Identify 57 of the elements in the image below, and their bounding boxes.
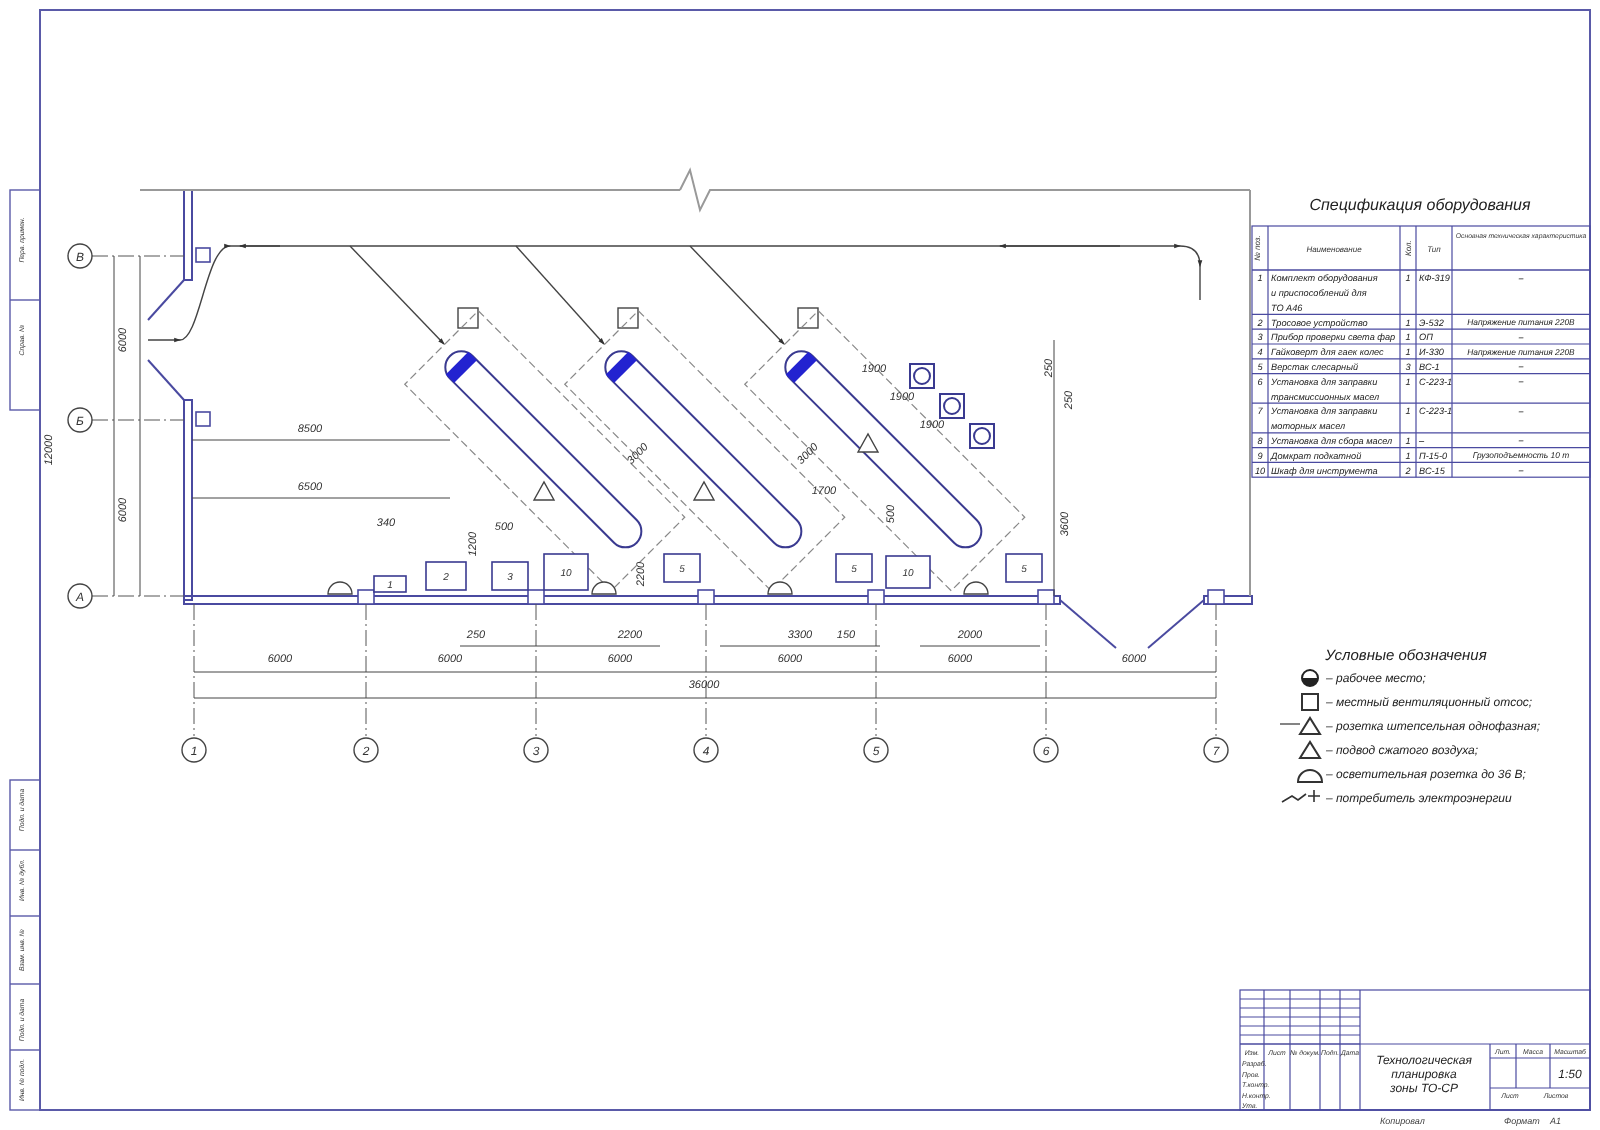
- axis-marker: [1203, 737, 1229, 763]
- table-title: Спецификация оборудования: [1309, 196, 1531, 214]
- axis-line: [875, 603, 877, 737]
- axis-marker: [523, 737, 549, 763]
- axis-marker: [181, 737, 207, 763]
- equipment-outline: [425, 561, 467, 591]
- ventilation-icon: [797, 307, 819, 329]
- air-supply-icon: [1298, 740, 1322, 759]
- axis-marker: [67, 243, 93, 269]
- axis-line: [91, 255, 185, 257]
- socket-icon: [591, 581, 617, 595]
- building-column: [1207, 589, 1225, 605]
- building-column: [867, 589, 885, 605]
- axis-marker: [1033, 737, 1059, 763]
- socket-icon: [963, 581, 989, 595]
- axis-line: [705, 603, 707, 737]
- axis-line: [1215, 603, 1217, 737]
- axis-line: [365, 603, 367, 737]
- axis-line: [193, 603, 195, 737]
- ventilation-icon: [1301, 693, 1319, 711]
- equipment-outline: [835, 553, 873, 583]
- equipment-outline: [663, 553, 701, 583]
- building-column: [357, 589, 375, 605]
- dimension-line: [919, 645, 1041, 647]
- ventilation-icon: [457, 307, 479, 329]
- socket-icon: [327, 581, 353, 595]
- axis-line: [91, 595, 185, 597]
- building-column: [195, 247, 211, 263]
- building-column: [527, 589, 545, 605]
- equipment-outline: [1005, 553, 1043, 583]
- axis-line: [535, 603, 537, 737]
- equipment-outline: [373, 575, 407, 593]
- equipment-outline: [543, 553, 589, 591]
- socket-icon: [767, 581, 793, 595]
- equipment-outline: [491, 561, 529, 591]
- socket-icon: [1297, 769, 1323, 783]
- building-column: [697, 589, 715, 605]
- air-supply-icon: [692, 480, 716, 501]
- ventilation-icon: [617, 307, 639, 329]
- building-column: [195, 411, 211, 427]
- axis-marker: [693, 737, 719, 763]
- socket-icon: [1279, 716, 1322, 735]
- air-outlet-icon: [939, 393, 965, 419]
- axis-marker: [67, 583, 93, 609]
- axis-line: [1045, 603, 1047, 737]
- air-outlet-icon: [909, 363, 935, 389]
- axis-line: [91, 419, 185, 421]
- equipment-outline: [885, 555, 931, 589]
- air-supply-icon: [532, 480, 556, 501]
- building-column: [1037, 589, 1055, 605]
- axis-marker: [863, 737, 889, 763]
- workplace-icon: [1301, 669, 1319, 687]
- air-outlet-icon: [969, 423, 995, 449]
- consumer-icon: [1281, 789, 1321, 803]
- axis-marker: [67, 407, 93, 433]
- axis-marker: [353, 737, 379, 763]
- air-supply-icon: [856, 432, 880, 453]
